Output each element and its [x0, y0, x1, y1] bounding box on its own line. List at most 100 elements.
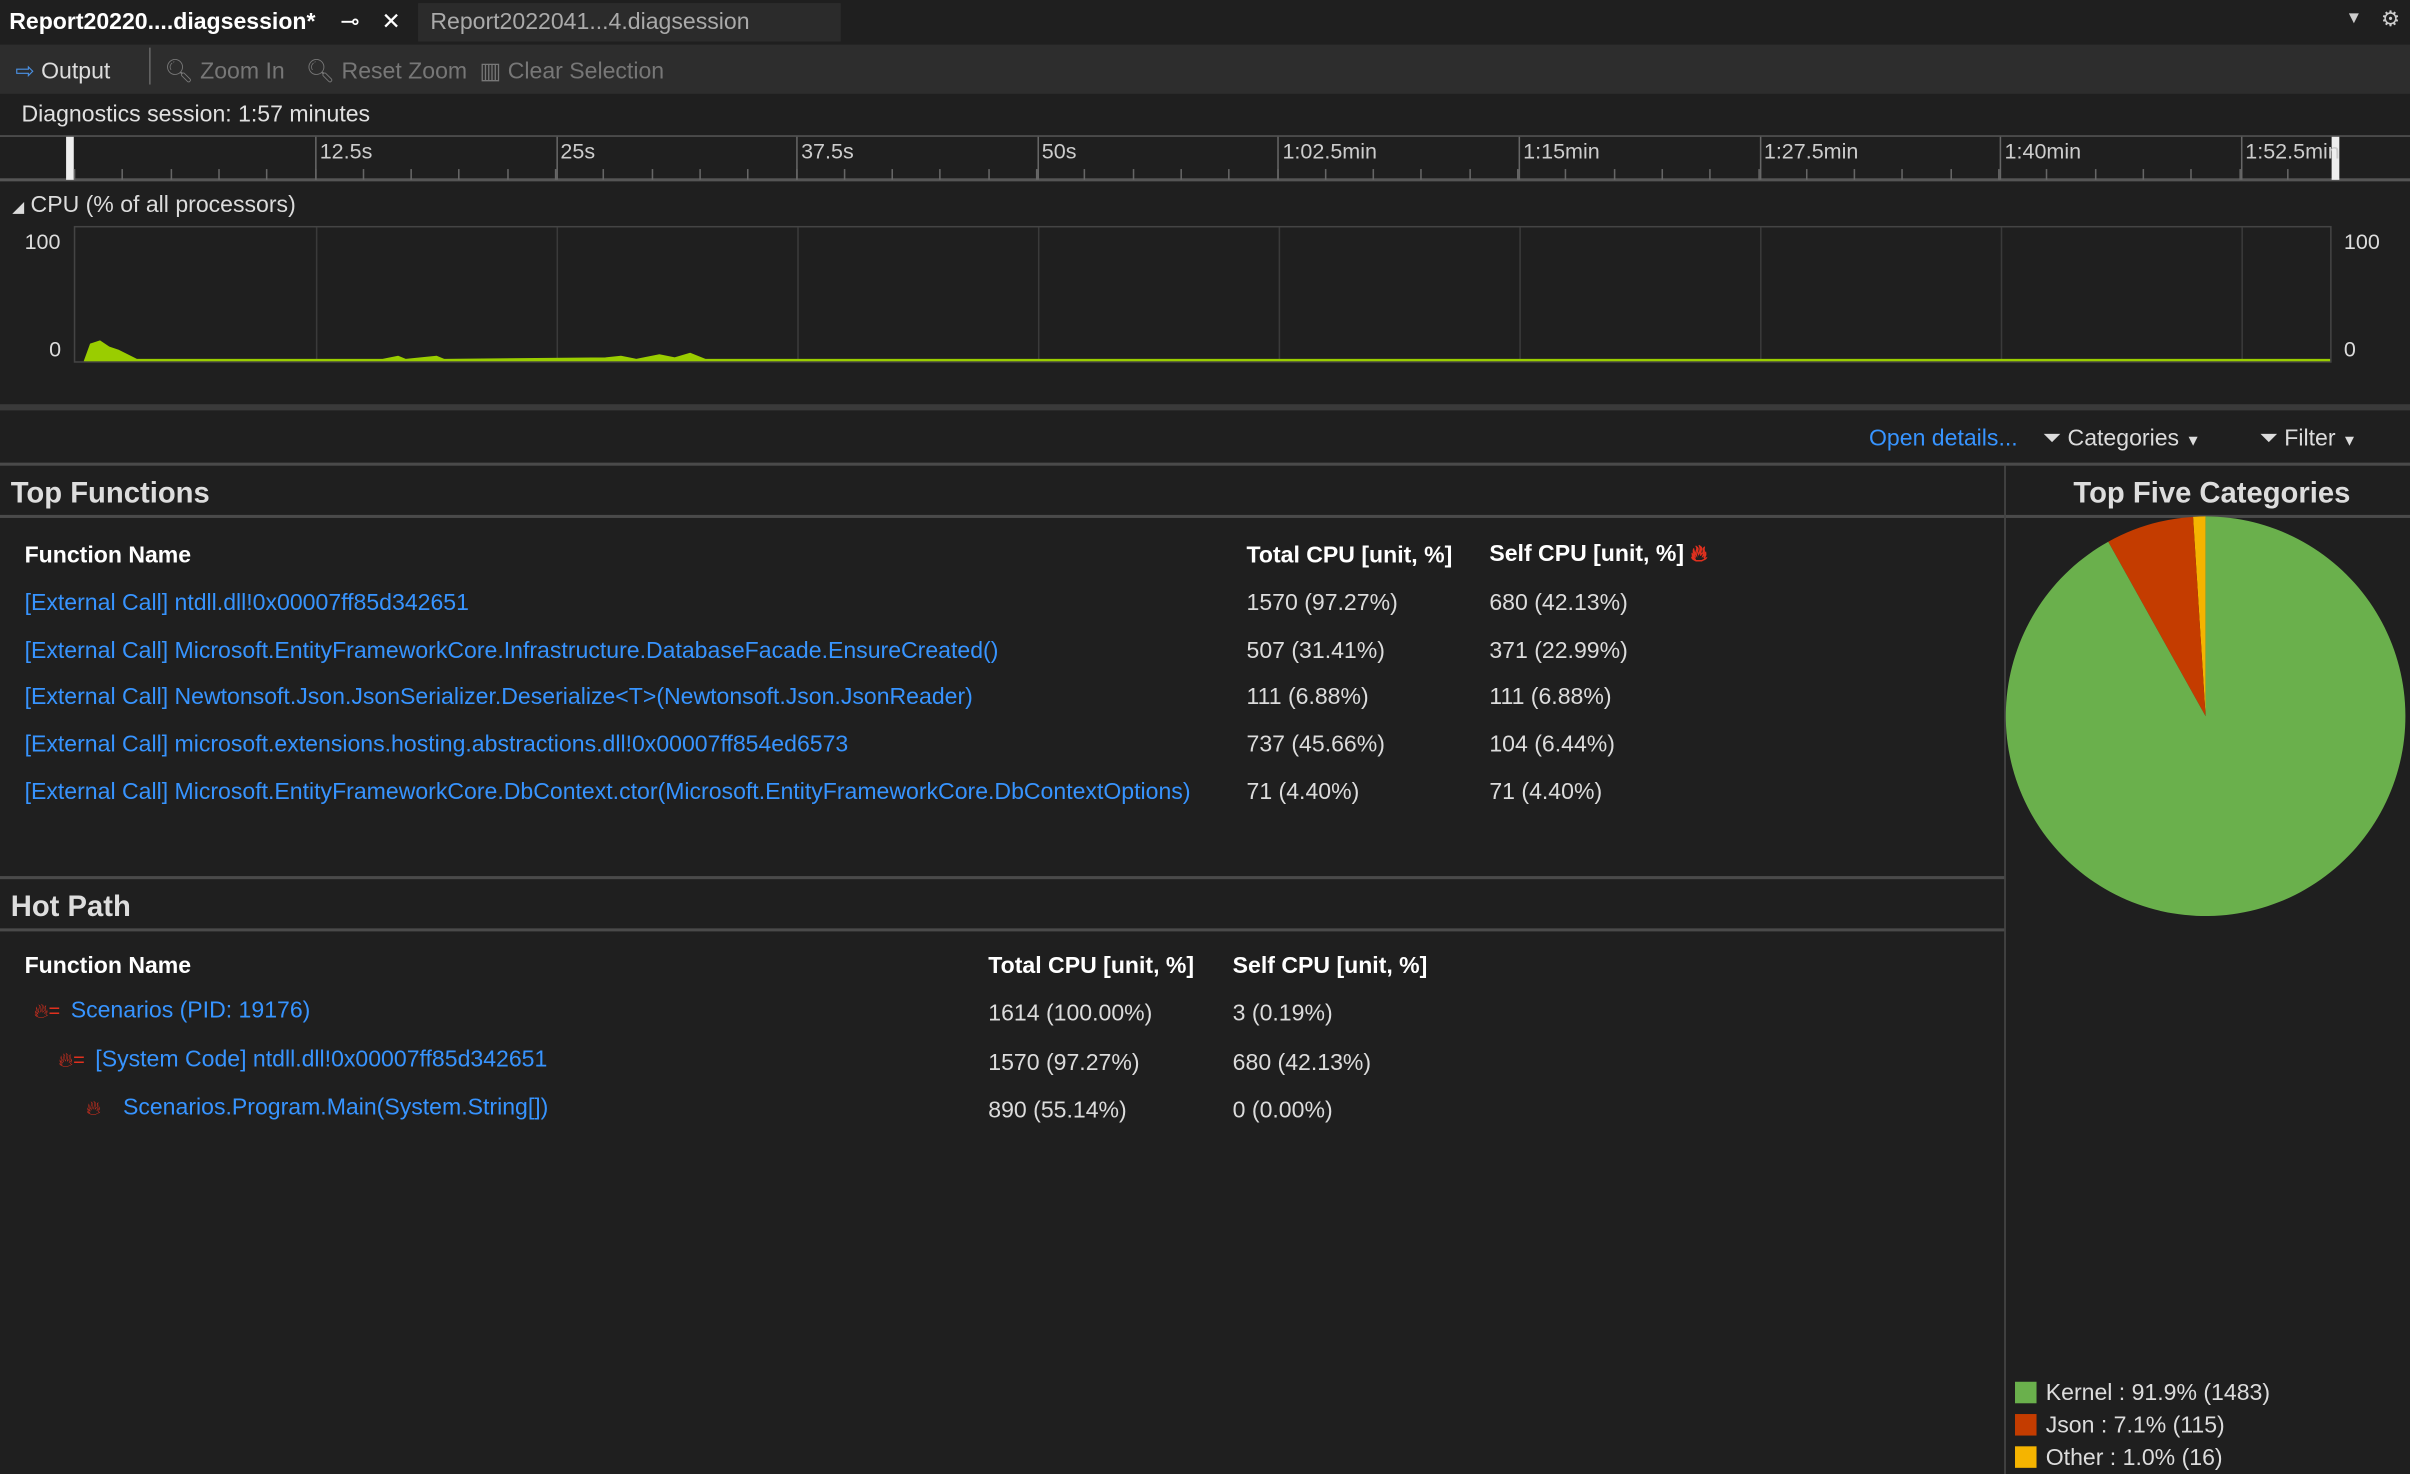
total-cpu-value: 111 (6.88%) [1246, 684, 1369, 711]
ruler-minor-tick [795, 169, 797, 180]
function-link[interactable]: [External Call] Microsoft.EntityFramewor… [25, 779, 1191, 805]
cpu-graph[interactable] [73, 225, 2332, 363]
tab-active-session[interactable]: Report20220....diagsession* ⊸ ✕ [0, 0, 401, 45]
ruler-minor-tick [266, 169, 268, 180]
y-max-left: 100 [24, 229, 61, 254]
cpu-title-label: CPU (% of all processors) [30, 192, 296, 219]
y-max-right: 100 [2343, 229, 2380, 254]
ruler-minor-tick [1132, 169, 1134, 180]
self-cpu-value: 3 (0.19%) [1232, 1000, 1333, 1027]
ruler-minor-tick [987, 169, 990, 180]
close-icon[interactable]: ✕ [381, 9, 400, 35]
ruler-minor-tick [2190, 169, 2193, 180]
ruler-minor-tick [699, 169, 701, 180]
zoom-out-icon: 🔍︎ [305, 58, 336, 85]
legend-swatch [2015, 1414, 2037, 1436]
self-cpu-value: 0 (0.00%) [1232, 1097, 1333, 1124]
ruler-minor-tick [169, 169, 172, 180]
ruler-minor-tick [1420, 169, 1423, 180]
open-details-link[interactable]: Open details... [1869, 426, 2018, 452]
hot-path-expand-icon[interactable]: 🔥︎= [34, 999, 60, 1024]
divider [0, 928, 2005, 932]
hot-path-function-link[interactable]: [System Code] ntdll.dll!0x00007ff85d3426… [95, 1046, 547, 1072]
function-link[interactable]: [External Call] Newtonsoft.Json.JsonSeri… [25, 685, 973, 711]
ruler-tick: 1:40min [1999, 136, 2081, 180]
ruler-minor-tick [554, 169, 557, 180]
clear-selection-icon: ▥ [479, 58, 502, 85]
timeline-ruler[interactable]: 12.5s 25s 37.5s 50s 1:02.5min 1:15min 1:27.5mi… [0, 135, 2410, 182]
document-tab-bar: Report20220....diagsession* ⊸ ✕ Report20… [0, 0, 2410, 45]
legend-item: Json : 7.1% (115) [2015, 1409, 2270, 1441]
ruler-minor-tick [1613, 169, 1615, 180]
ruler-minor-tick [458, 169, 461, 180]
flame-icon[interactable]: 🔥︎ [86, 1096, 101, 1121]
ruler-tick: 37.5s [796, 136, 854, 180]
ruler-minor-tick [1228, 169, 1230, 180]
col-total-cpu[interactable]: Total CPU [unit, %] [1247, 543, 1453, 569]
reset-zoom-label: Reset Zoom [341, 58, 468, 85]
hot-path-expand-icon[interactable]: 🔥︎= [58, 1047, 84, 1072]
hot-path-title: Hot Path [10, 891, 131, 924]
ruler-tick: 1:27.5min [1759, 136, 1858, 180]
ruler-minor-tick [1901, 169, 1904, 180]
ruler-tick: 50s [1037, 136, 1076, 180]
ruler-minor-tick [314, 169, 316, 180]
hp-col-function-name[interactable]: Function Name [25, 953, 192, 979]
hp-col-self-cpu[interactable]: Self CPU [unit, %] [1233, 953, 1428, 979]
gear-icon[interactable]: ⚙ [2381, 6, 2400, 32]
reset-zoom-button[interactable]: 🔍︎ Reset Zoom [306, 45, 467, 94]
zoom-in-button[interactable]: 🔍︎ Zoom In [164, 45, 284, 94]
hot-path-function-link[interactable]: Scenarios.Program.Main(System.String[]) [123, 1094, 548, 1120]
ruler-minor-tick [939, 169, 942, 180]
pie-slice-kernel[interactable] [2005, 516, 2406, 917]
ruler-minor-tick [747, 169, 749, 180]
ruler-minor-tick [2142, 169, 2144, 180]
total-cpu-value: 1570 (97.27%) [1246, 590, 1398, 617]
legend-label: Json : 7.1% (115) [2045, 1412, 2225, 1439]
clear-selection-button[interactable]: ▥ Clear Selection [480, 45, 665, 94]
col-self-cpu[interactable]: Self CPU [unit, %] 🔥︎ [1489, 541, 1707, 567]
categories-pie-chart[interactable] [1998, 509, 2410, 924]
self-cpu-value: 371 (22.99%) [1489, 637, 1628, 664]
dropdown-icon[interactable]: ▼ [2345, 9, 2362, 27]
hp-col-total-cpu[interactable]: Total CPU [unit, %] [988, 953, 1194, 979]
ruler-minor-tick [1709, 169, 1711, 180]
funnel-icon: ⏷ [2259, 425, 2278, 452]
ruler-minor-tick [2238, 169, 2241, 180]
function-link[interactable]: [External Call] ntdll.dll!0x00007ff85d34… [25, 590, 469, 616]
categories-dropdown[interactable]: ⏷ Categories ▼ [2043, 426, 2201, 452]
ruler-minor-tick [602, 169, 605, 180]
selection-start-handle[interactable] [66, 136, 74, 180]
toolbar-separator [149, 47, 151, 85]
legend-label: Kernel : 91.9% (1483) [2045, 1380, 2271, 1407]
function-link[interactable]: [External Call] Microsoft.EntityFramewor… [25, 637, 999, 663]
tab-session-2[interactable]: Report2022041...4.diagsession [418, 3, 841, 42]
ruler-tick: 1:15min [1518, 136, 1600, 180]
categories-title: Top Five Categories [2073, 478, 2351, 511]
clear-selection-label: Clear Selection [507, 58, 665, 85]
total-cpu-value: 1570 (97.27%) [988, 1049, 1140, 1076]
pin-icon[interactable]: ⊸ [340, 9, 359, 35]
ruler-minor-tick [1084, 169, 1086, 180]
ruler-minor-tick [2094, 169, 2096, 180]
splitter[interactable] [0, 404, 2410, 411]
function-link[interactable]: [External Call] microsoft.extensions.hos… [25, 732, 849, 758]
ruler-minor-tick [1853, 169, 1856, 180]
filter-label: Filter [2284, 425, 2336, 452]
ruler-minor-tick [1805, 169, 1808, 180]
flame-icon: 🔥︎ [1690, 541, 1708, 568]
ruler-minor-tick [1035, 169, 1038, 180]
hot-path-function-link[interactable]: Scenarios (PID: 19176) [71, 998, 311, 1024]
divider [0, 462, 2410, 466]
output-button[interactable]: ⇨ Output [15, 45, 110, 94]
ruler-tick: 1:52.5min [2240, 136, 2340, 180]
self-cpu-value: 680 (42.13%) [1489, 590, 1628, 617]
cpu-graph-title[interactable]: ◢ CPU (% of all processors) [12, 192, 295, 218]
top-functions-title: Top Functions [10, 478, 210, 511]
ruler-minor-tick [1276, 169, 1279, 180]
filter-dropdown[interactable]: ⏷ Filter ▼ [2259, 426, 2357, 452]
ruler-minor-tick [1468, 169, 1471, 180]
chevron-down-icon: ▼ [2341, 433, 2358, 451]
total-cpu-value: 890 (55.14%) [988, 1097, 1127, 1124]
col-function-name[interactable]: Function Name [25, 543, 192, 569]
